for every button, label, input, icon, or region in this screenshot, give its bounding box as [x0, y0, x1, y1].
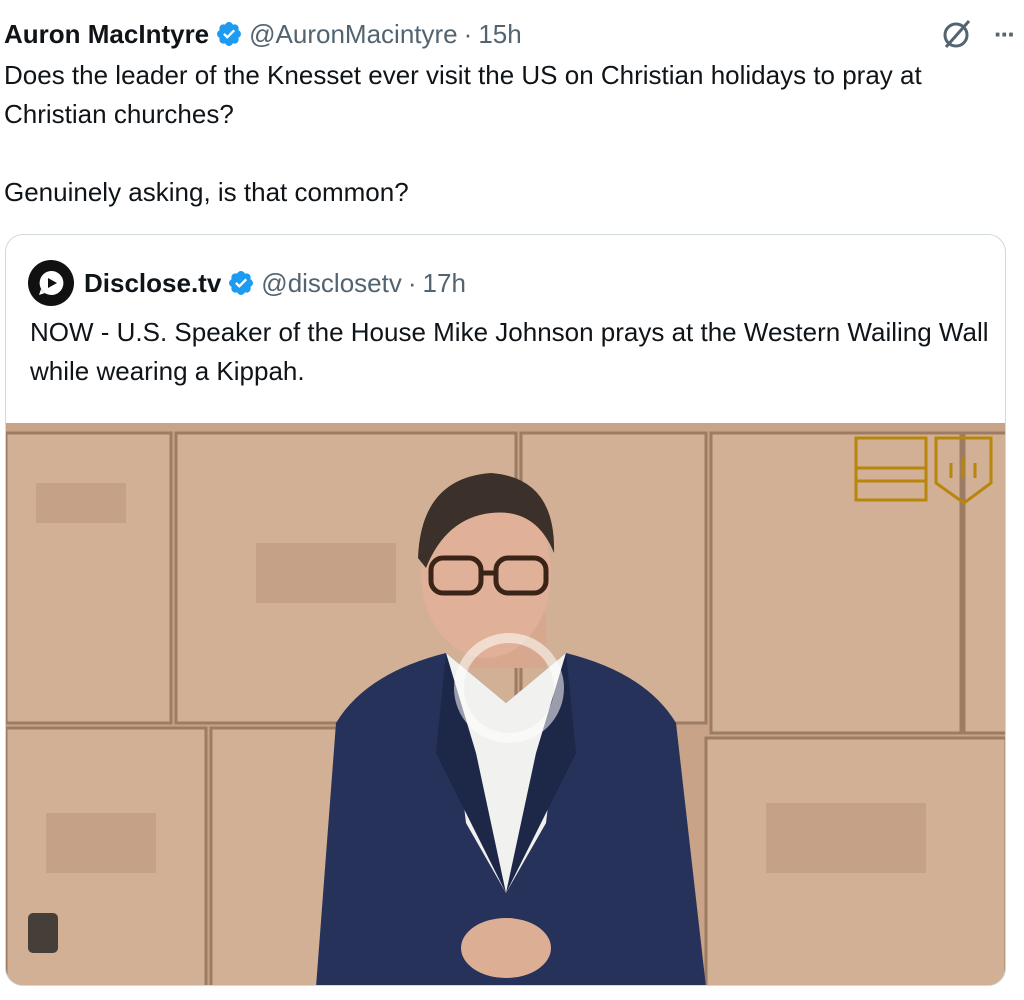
- quoted-author-handle[interactable]: @disclosetv: [261, 268, 402, 299]
- video-player[interactable]: [6, 423, 1005, 985]
- separator-dot: ·: [407, 267, 417, 298]
- quoted-tweet-card[interactable]: Disclose.tv @disclosetv · 17h NOW - U.S.…: [5, 234, 1006, 986]
- author-name[interactable]: Auron MacIntyre: [4, 19, 209, 50]
- tweet-header: Auron MacIntyre @AuronMacintyre · 15h ··…: [4, 14, 1016, 54]
- quoted-tweet-text: NOW - U.S. Speaker of the House Mike Joh…: [30, 317, 989, 386]
- tweet-timestamp[interactable]: 15h: [478, 19, 521, 50]
- separator-dot: ·: [463, 18, 473, 49]
- grok-icon[interactable]: [940, 17, 974, 51]
- verified-badge-icon: [229, 271, 254, 295]
- quoted-author-name[interactable]: Disclose.tv: [84, 268, 221, 299]
- verified-badge-icon: [217, 22, 242, 46]
- disclose-logo-icon: [39, 270, 64, 295]
- tweet-text: Does the leader of the Knesset ever visi…: [4, 60, 922, 207]
- header-actions: ···: [940, 14, 1016, 54]
- video-frame: [6, 423, 1005, 985]
- author-handle[interactable]: @AuronMacintyre: [249, 19, 457, 50]
- quoted-tweet-header: Disclose.tv @disclosetv · 17h: [28, 260, 466, 306]
- more-icon[interactable]: ···: [994, 19, 1016, 50]
- avatar[interactable]: [28, 260, 74, 306]
- quoted-tweet-timestamp[interactable]: 17h: [423, 268, 466, 299]
